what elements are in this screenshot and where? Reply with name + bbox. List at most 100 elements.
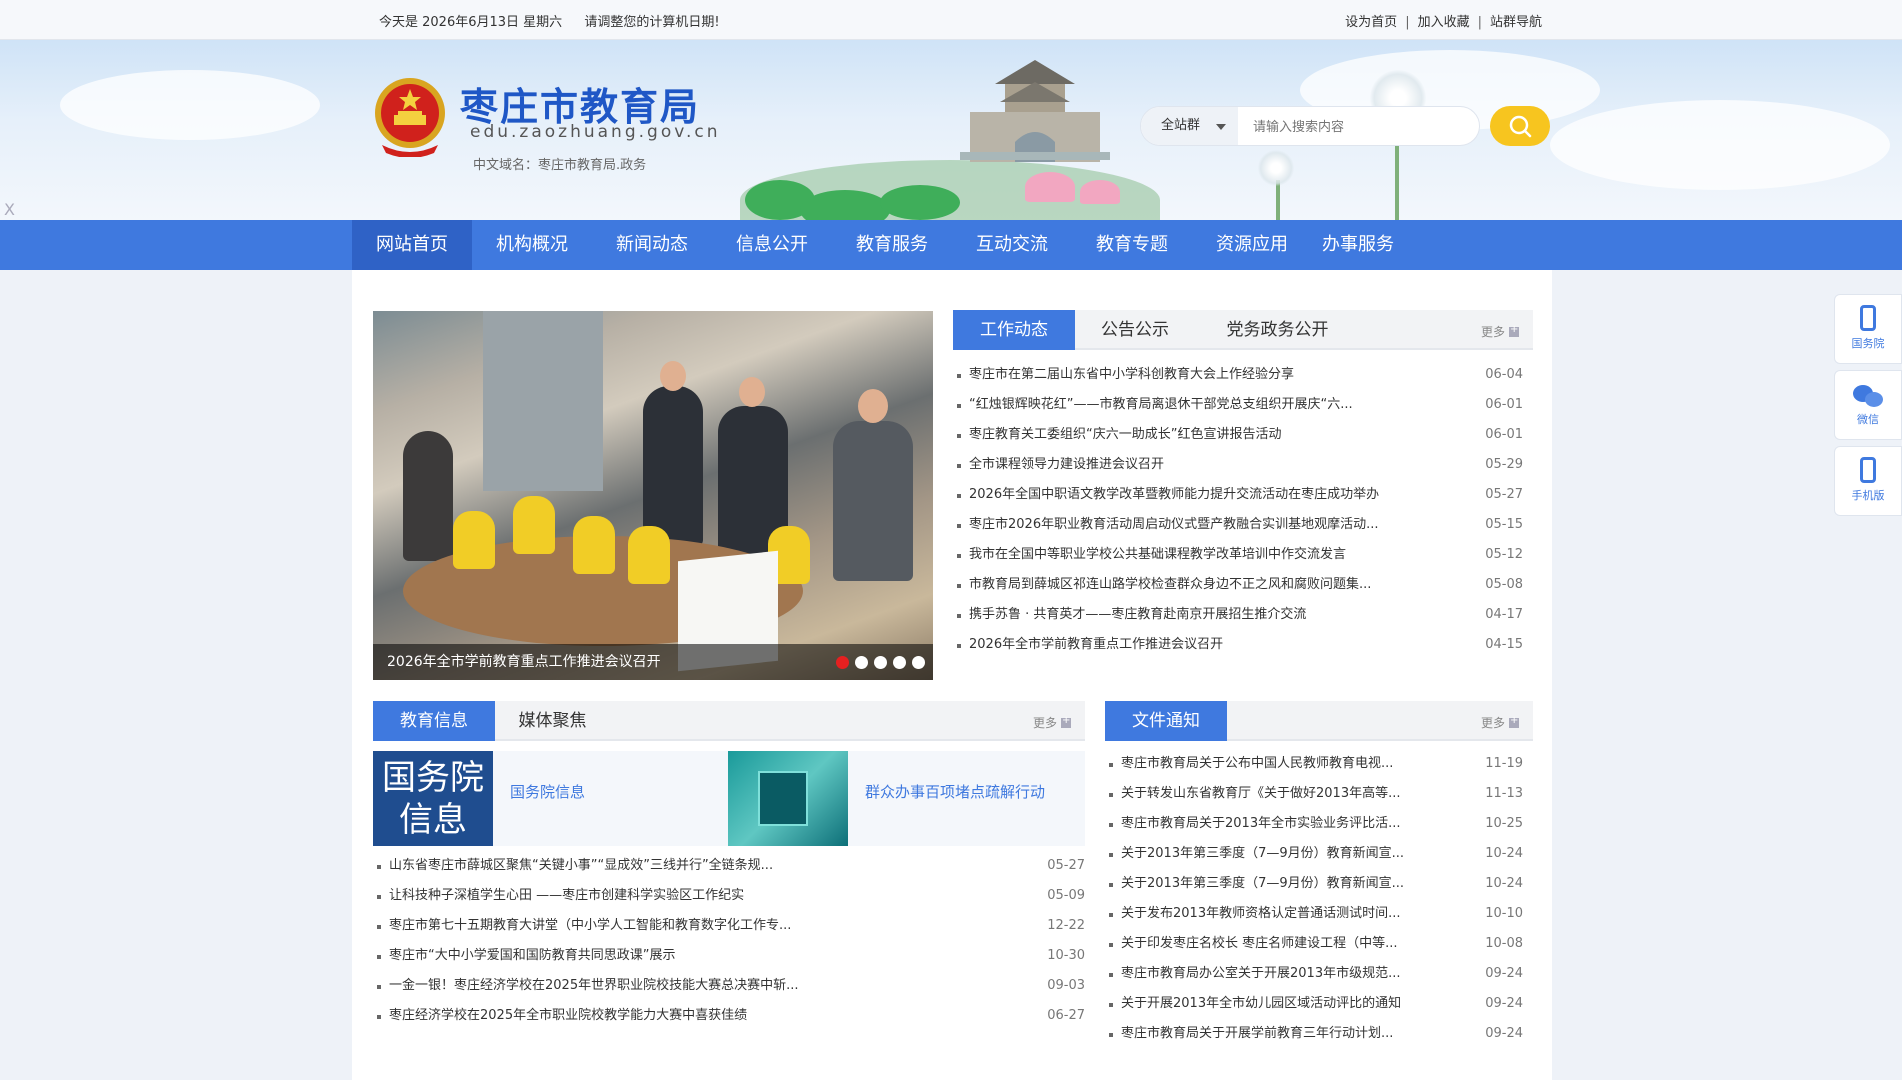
lotus-flower-decoration: [1080, 180, 1120, 204]
slider-photo-building: [483, 311, 603, 491]
tab-document-notices[interactable]: 文件通知: [1105, 701, 1227, 741]
national-emblem-logo[interactable]: [372, 75, 448, 157]
list-item[interactable]: 关于2013年第三季度（7—9月份）教育新闻宣... 10-24: [1105, 869, 1533, 899]
search-scope-select[interactable]: 全站群: [1141, 107, 1238, 145]
list-item[interactable]: 关于转发山东省教育厅《关于做好2013年高等... 11-13: [1105, 779, 1533, 809]
list-item[interactable]: 关于2013年第三季度（7—9月份）教育新闻宣... 10-24: [1105, 839, 1533, 869]
tab-education-info[interactable]: 教育信息: [373, 701, 495, 741]
state-council-info-link[interactable]: 国务院信息: [510, 781, 585, 802]
more-link[interactable]: 更多: [1033, 714, 1071, 731]
list-item[interactable]: 枣庄市教育局关于2013年全市实验业务评比活... 10-25: [1105, 809, 1533, 839]
site-group-nav-link[interactable]: 站群导航: [1490, 15, 1542, 30]
more-plus-icon: [1061, 715, 1071, 728]
nav-item-info-disclosure[interactable]: 信息公开: [712, 220, 832, 270]
list-item[interactable]: 让科技种子深植学生心田 ——枣庄市创建科学实验区工作纪实 05-09: [373, 881, 1085, 911]
news-date: 09-03: [1047, 978, 1085, 993]
list-item[interactable]: 枣庄市教育局关于公布中国人民教师教育电视... 11-19: [1105, 749, 1533, 779]
news-date: 05-08: [1485, 577, 1523, 592]
slider-dot[interactable]: [855, 656, 868, 669]
slider-dot[interactable]: [874, 656, 887, 669]
lotus-flower-decoration: [1025, 172, 1075, 202]
list-item[interactable]: 全市课程领导力建设推进会议召开 05-29: [953, 450, 1533, 480]
wechat-icon: [1851, 383, 1885, 409]
dandelion-decoration: [1258, 150, 1294, 186]
slider-photo-child: [453, 511, 495, 569]
news-date: 06-01: [1485, 427, 1523, 442]
nav-item-resources[interactable]: 资源应用: [1192, 220, 1312, 270]
slider-photo-person: [833, 421, 913, 581]
search-box: 全站群: [1140, 106, 1480, 146]
list-item[interactable]: 枣庄市教育局关于开展学前教育三年行动计划... 09-24: [1105, 1019, 1533, 1049]
close-mark[interactable]: X: [4, 200, 15, 219]
list-item[interactable]: “红烛银辉映花红”——市教育局离退休干部党总支组织开展庆“六... 06-01: [953, 390, 1533, 420]
news-title: 枣庄市在第二届山东省中小学科创教育大会上作经验分享: [969, 367, 1295, 382]
slider-photo-person: [858, 389, 888, 423]
list-item[interactable]: 2026年全国中职语文教学改革暨教师能力提升交流活动在枣庄成功举办 05-27: [953, 480, 1533, 510]
slider-dot[interactable]: [836, 656, 849, 669]
nav-item-services[interactable]: 办事服务: [1312, 220, 1418, 270]
nav-item-home[interactable]: 网站首页: [352, 220, 472, 270]
search-button[interactable]: [1490, 106, 1550, 146]
list-item[interactable]: 枣庄市“大中小学爱国和国防教育共同思政课”展示 10-30: [373, 941, 1085, 971]
more-link[interactable]: 更多: [1481, 714, 1519, 731]
state-council-info-image[interactable]: 国务院 信息: [373, 751, 493, 846]
tab-media-focus[interactable]: 媒体聚焦: [495, 701, 610, 741]
float-label: 手机版: [1851, 489, 1885, 502]
search-input[interactable]: [1253, 117, 1463, 137]
nav-item-news[interactable]: 新闻动态: [592, 220, 712, 270]
list-item[interactable]: 我市在全国中等职业学校公共基础课程教学改革培训中作交流发言 05-12: [953, 540, 1533, 570]
news-title: 枣庄经济学校在2025年全市职业院校教学能力大赛中喜获佳绩: [389, 1008, 748, 1023]
public-services-image[interactable]: [728, 751, 848, 846]
notice-date: 11-13: [1485, 786, 1523, 801]
float-state-council[interactable]: 国务院: [1834, 294, 1902, 364]
more-plus-icon: [1509, 715, 1519, 728]
document-notice-tabbar: 文件通知 更多: [1105, 701, 1533, 741]
slider-dot[interactable]: [893, 656, 906, 669]
news-title: 山东省枣庄市薛城区聚焦“关键小事”“显成效”三线并行”全链条规...: [389, 858, 774, 873]
news-title: 让科技种子深植学生心田 ——枣庄市创建科学实验区工作纪实: [389, 888, 745, 903]
slider-dot[interactable]: [912, 656, 925, 669]
list-item[interactable]: 市教育局到薛城区祁连山路学校检查群众身边不正之风和腐败问题集... 05-08: [953, 570, 1533, 600]
list-item[interactable]: 枣庄市第七十五期教育大讲堂（中小学人工智能和教育数字化工作专... 12-22: [373, 911, 1085, 941]
set-homepage-link[interactable]: 设为首页: [1345, 15, 1397, 30]
slider-photo-person: [403, 431, 453, 561]
list-item[interactable]: 枣庄市在第二届山东省中小学科创教育大会上作经验分享 06-04: [953, 360, 1533, 390]
tab-party-affairs[interactable]: 党务政务公开: [1195, 310, 1360, 350]
nav-item-interaction[interactable]: 互动交流: [952, 220, 1072, 270]
news-date: 06-27: [1047, 1008, 1085, 1023]
list-item[interactable]: 关于开展2013年全市幼儿园区域活动评比的通知 09-24: [1105, 989, 1533, 1019]
work-news-box: 工作动态 公告公示 党务政务公开 更多 枣庄市在第二届山东省中小学科创教育大会上…: [953, 310, 1533, 680]
list-item[interactable]: 枣庄市教育局办公室关于开展2013年市级规范... 09-24: [1105, 959, 1533, 989]
site-chinese-domain: 中文域名：枣庄市教育局.政务: [473, 158, 647, 173]
news-title: 市教育局到薛城区祁连山路学校检查群众身边不正之风和腐败问题集...: [969, 577, 1372, 592]
news-date: 04-17: [1485, 607, 1523, 622]
news-date: 05-09: [1047, 888, 1085, 903]
city-gate-illustration: [960, 60, 1110, 162]
image-slider[interactable]: 2026年全市学前教育重点工作推进会议召开: [373, 311, 933, 680]
more-link[interactable]: 更多: [1481, 323, 1519, 340]
float-wechat[interactable]: 微信: [1834, 370, 1902, 440]
add-favorite-link[interactable]: 加入收藏: [1418, 15, 1470, 30]
nav-item-organization[interactable]: 机构概况: [472, 220, 592, 270]
work-news-tabbar: 工作动态 公告公示 党务政务公开 更多: [953, 310, 1533, 350]
list-item[interactable]: 关于发布2013年教师资格认定普通话测试时间... 10-10: [1105, 899, 1533, 929]
phone-icon: [1860, 305, 1876, 331]
list-item[interactable]: 枣庄市2026年职业教育活动周启动仪式暨产教融合实训基地观摩活动... 05-15: [953, 510, 1533, 540]
tab-announcements[interactable]: 公告公示: [1075, 310, 1195, 350]
list-item[interactable]: 枣庄经济学校在2025年全市职业院校教学能力大赛中喜获佳绩 06-27: [373, 1001, 1085, 1031]
education-info-tabbar: 教育信息 媒体聚焦 更多: [373, 701, 1085, 741]
public-services-link[interactable]: 群众办事百项堵点疏解行动: [865, 781, 1045, 802]
notice-date: 10-25: [1485, 816, 1523, 831]
list-item[interactable]: 山东省枣庄市薛城区聚焦“关键小事”“显成效”三线并行”全链条规... 05-27: [373, 851, 1085, 881]
list-item[interactable]: 携手苏鲁 · 共育英才——枣庄教育赴南京开展招生推介交流 04-17: [953, 600, 1533, 630]
list-item[interactable]: 一金一银！枣庄经济学校在2025年世界职业院校技能大赛总决赛中斩... 09-03: [373, 971, 1085, 1001]
tab-work-updates[interactable]: 工作动态: [953, 310, 1075, 350]
nav-item-topics[interactable]: 教育专题: [1072, 220, 1192, 270]
nav-item-education-services[interactable]: 教育服务: [832, 220, 952, 270]
list-item[interactable]: 枣庄教育关工委组织“庆六一助成长”红色宣讲报告活动 06-01: [953, 420, 1533, 450]
list-item[interactable]: 关于印发枣庄名校长 枣庄名师建设工程（中等... 10-08: [1105, 929, 1533, 959]
state-council-image-text: 信息: [399, 800, 467, 840]
news-date: 10-30: [1047, 948, 1085, 963]
list-item[interactable]: 2026年全市学前教育重点工作推进会议召开 04-15: [953, 630, 1533, 660]
float-mobile[interactable]: 手机版: [1834, 446, 1902, 516]
